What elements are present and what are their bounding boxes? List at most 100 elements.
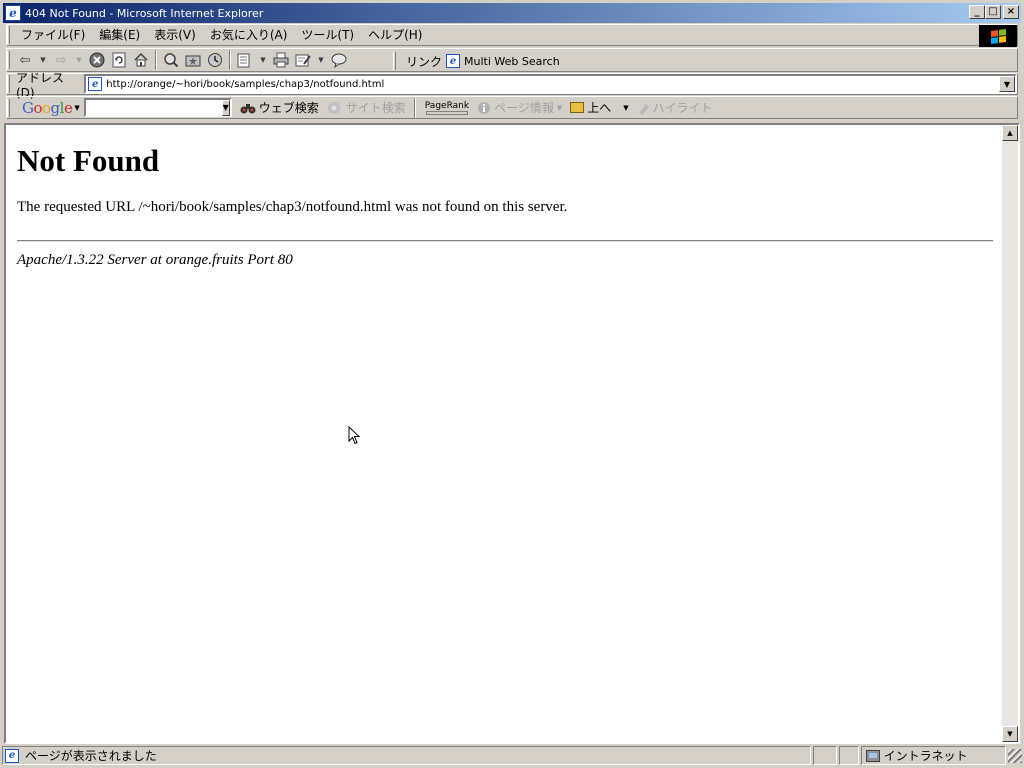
toolbar-grip[interactable] xyxy=(7,51,10,69)
google-logo-menu[interactable]: Google xyxy=(22,99,73,117)
back-arrow-icon: ⇦ xyxy=(19,52,31,68)
ie-page-icon: e xyxy=(5,748,19,763)
pagerank-indicator[interactable]: PageRank xyxy=(425,101,469,115)
google-search-input[interactable] xyxy=(79,100,222,115)
status-text: ページが表示されました xyxy=(25,749,157,763)
history-icon xyxy=(208,53,222,67)
forward-arrow-icon: ⇨ xyxy=(55,52,67,68)
dropdown-arrow-icon: ▼ xyxy=(556,103,563,112)
intranet-zone-icon xyxy=(865,749,880,762)
status-text-panel: e ページが表示されました xyxy=(2,746,811,765)
google-web-search-label: ウェブ検索 xyxy=(258,101,319,115)
resize-grip[interactable] xyxy=(1008,748,1022,763)
status-bar: e ページが表示されました イントラネット xyxy=(2,745,1022,766)
refresh-button[interactable] xyxy=(108,49,130,71)
dropdown-arrow-icon: ▼ xyxy=(623,103,629,112)
chevron-down-icon: ▼ xyxy=(222,103,229,112)
error-message: The requested URL /~hori/book/samples/ch… xyxy=(17,199,568,215)
toolbar-grip[interactable] xyxy=(7,75,10,93)
highlighter-icon xyxy=(638,103,649,115)
title-bar: e 404 Not Found - Microsoft Internet Exp… xyxy=(0,0,1024,24)
menu-file[interactable]: ファイル(F) xyxy=(14,25,92,45)
google-web-search-button[interactable]: ウェブ検索 xyxy=(240,99,319,116)
standard-toolbar: ⇦ ▼ ⇨ ▼ ▼ ▼ リンク e Multi Web Search xyxy=(6,48,1018,72)
scroll-up-button[interactable]: ▲ xyxy=(1002,125,1018,141)
google-site-search-button[interactable]: サイト検索 xyxy=(327,99,406,116)
ie-page-icon: e xyxy=(88,77,103,91)
browser-viewport: Not Found The requested URL /~hori/book/… xyxy=(4,123,1020,744)
mail-icon xyxy=(237,53,250,68)
window-title: 404 Not Found - Microsoft Internet Explo… xyxy=(25,6,264,20)
menu-tools[interactable]: ツール(T) xyxy=(294,25,361,45)
stop-icon xyxy=(89,52,105,68)
page-document: Not Found The requested URL /~hori/book/… xyxy=(6,125,1002,742)
links-label[interactable]: リンク xyxy=(406,53,442,70)
toolbar-grip[interactable] xyxy=(393,52,396,70)
ie-page-icon: e xyxy=(446,54,461,68)
site-search-icon xyxy=(327,101,340,114)
address-bar: アドレス(D) e ▼ xyxy=(6,71,1018,100)
history-button[interactable] xyxy=(204,49,226,71)
google-highlight-button[interactable]: ハイライト xyxy=(637,99,713,116)
refresh-icon xyxy=(112,52,126,68)
link-multi-web-search[interactable]: Multi Web Search xyxy=(464,55,560,68)
menu-view[interactable]: 表示(V) xyxy=(147,25,203,45)
toolbar-separator xyxy=(413,97,416,118)
google-up-label: 上へ xyxy=(587,101,612,115)
toolbar-grip[interactable] xyxy=(7,98,10,117)
print-button[interactable] xyxy=(270,49,292,71)
server-signature: Apache/1.3.22 Server at orange.fruits Po… xyxy=(17,252,293,268)
ie-app-icon[interactable]: e xyxy=(5,5,21,21)
menu-bar: ファイル(F) 編集(E) 表示(V) お気に入り(A) ツール(T) ヘルプ(… xyxy=(6,24,1018,47)
toolbar-separator xyxy=(155,50,157,70)
google-page-info-button[interactable]: ページ情報 ▼ xyxy=(477,99,562,116)
security-zone-panel[interactable]: イントラネット xyxy=(860,746,1007,765)
home-button[interactable] xyxy=(130,49,152,71)
vertical-scrollbar[interactable]: ▲ ▼ xyxy=(1002,125,1018,742)
mail-button[interactable] xyxy=(234,49,256,71)
address-input[interactable] xyxy=(106,76,1015,92)
edit-dropdown[interactable]: ▼ xyxy=(314,49,328,71)
google-highlight-label: ハイライト xyxy=(652,101,713,115)
dropdown-arrow-icon: ▼ xyxy=(76,56,82,64)
scroll-down-icon: ▼ xyxy=(1007,730,1013,738)
discuss-button[interactable] xyxy=(328,49,350,71)
windows-logo-throbber xyxy=(979,25,1017,47)
home-icon xyxy=(134,52,148,67)
toolbar-separator xyxy=(229,50,231,70)
menu-favorites[interactable]: お気に入り(A) xyxy=(203,25,295,45)
folder-up-icon xyxy=(570,102,585,113)
toolbar-grip[interactable] xyxy=(7,26,10,44)
menu-help[interactable]: ヘルプ(H) xyxy=(361,25,429,45)
discuss-icon xyxy=(331,53,347,68)
minimize-button[interactable]: _ xyxy=(969,5,985,19)
scroll-down-button[interactable]: ▼ xyxy=(1002,726,1018,742)
google-up-button[interactable]: 上へ ▼ xyxy=(570,99,629,116)
search-icon xyxy=(164,53,179,68)
menu-edit[interactable]: 編集(E) xyxy=(92,25,147,45)
google-page-info-label: ページ情報 xyxy=(494,101,554,115)
address-dropdown-button[interactable]: ▼ xyxy=(999,76,1015,92)
favorites-folder-icon xyxy=(185,55,201,67)
mail-dropdown[interactable]: ▼ xyxy=(256,49,270,71)
chevron-down-icon: ▼ xyxy=(1003,79,1011,89)
edit-button[interactable] xyxy=(292,49,314,71)
status-progress-panel xyxy=(812,746,837,765)
title-bar-caption[interactable]: e 404 Not Found - Microsoft Internet Exp… xyxy=(3,3,1021,23)
close-button[interactable]: × xyxy=(1003,5,1019,19)
dropdown-arrow-icon: ▼ xyxy=(318,56,324,64)
google-site-search-label: サイト検索 xyxy=(345,101,406,115)
search-button[interactable] xyxy=(160,49,182,71)
dropdown-arrow-icon: ▼ xyxy=(260,56,266,64)
google-search-box: ▼ xyxy=(79,98,232,117)
maximize-button[interactable]: □ xyxy=(985,5,1001,19)
pagerank-label: PageRank xyxy=(424,100,470,111)
stop-button[interactable] xyxy=(86,49,108,71)
google-search-dropdown[interactable]: ▼ xyxy=(221,99,230,116)
window-controls: _ □ × xyxy=(969,5,1019,19)
divider xyxy=(17,240,993,242)
maximize-icon: □ xyxy=(988,6,998,17)
favorites-button[interactable] xyxy=(182,49,204,71)
mouse-cursor-icon xyxy=(348,426,360,445)
close-icon: × xyxy=(1006,6,1016,17)
